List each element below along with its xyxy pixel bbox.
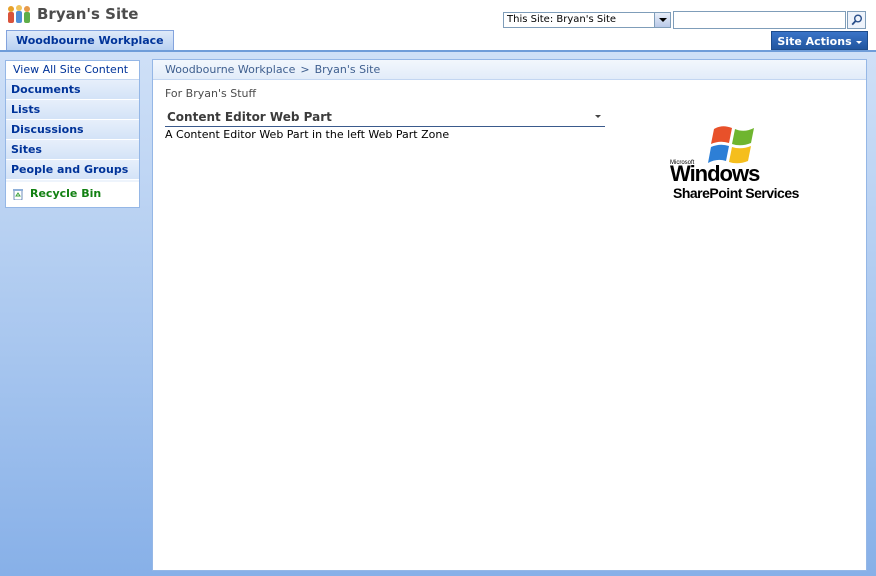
search-scope-select[interactable]: This Site: Bryan's Site [503,12,671,28]
search-icon [851,14,862,26]
tab-woodbourne-workplace[interactable]: Woodbourne Workplace [6,30,174,50]
site-actions-label: Site Actions [777,35,852,48]
web-part-zone-title: For Bryan's Stuff [165,87,257,100]
web-part-menu-arrow-icon[interactable] [595,115,601,118]
search-scope-value: This Site: Bryan's Site [507,14,617,25]
view-all-site-content-link[interactable]: View All Site Content [6,61,139,80]
windows-sharepoint-services-logo: Microsoft Windows SharePoint Services [670,123,814,201]
site-people-icon [8,5,30,23]
breadcrumb-separator: > [300,63,310,76]
logo-windows-text: Windows [670,161,760,186]
recycle-bin-icon [13,189,23,200]
web-part-title: Content Editor Web Part [167,110,332,124]
quick-launch-sites[interactable]: Sites [6,140,139,160]
web-part-body-text: A Content Editor Web Part in the left We… [165,128,450,141]
recycle-bin-label: Recycle Bin [30,187,102,200]
logo-sharepoint-services-text: SharePoint Services [673,185,799,201]
site-actions-button[interactable]: Site Actions [771,31,868,50]
chevron-down-icon [855,40,862,44]
breadcrumb-current: Bryan's Site [314,63,381,76]
recycle-bin-link[interactable]: Recycle Bin [6,182,139,207]
web-part-title-bar: Content Editor Web Part [165,107,605,127]
quick-launch: View All Site Content Documents Lists Di… [5,60,140,208]
breadcrumb: Woodbourne Workplace > Bryan's Site [165,63,380,76]
breadcrumb-root-link[interactable]: Woodbourne Workplace [165,63,295,76]
quick-launch-lists[interactable]: Lists [6,100,139,120]
dropdown-arrow-icon[interactable] [654,13,670,27]
quick-launch-discussions[interactable]: Discussions [6,120,139,140]
top-navigation-bar: Woodbourne Workplace Site Actions [0,30,876,52]
search-button[interactable] [847,11,866,29]
main-content-area: Woodbourne Workplace > Bryan's Site For Br… [152,59,867,571]
site-title[interactable]: Bryan's Site [37,5,138,23]
quick-launch-people-and-groups[interactable]: People and Groups [6,160,139,180]
top-header: Bryan's Site This Site: Bryan's Site [0,0,876,30]
breadcrumb-bar: Woodbourne Workplace > Bryan's Site [153,60,866,80]
quick-launch-documents[interactable]: Documents [6,80,139,100]
search-input[interactable] [673,11,846,29]
